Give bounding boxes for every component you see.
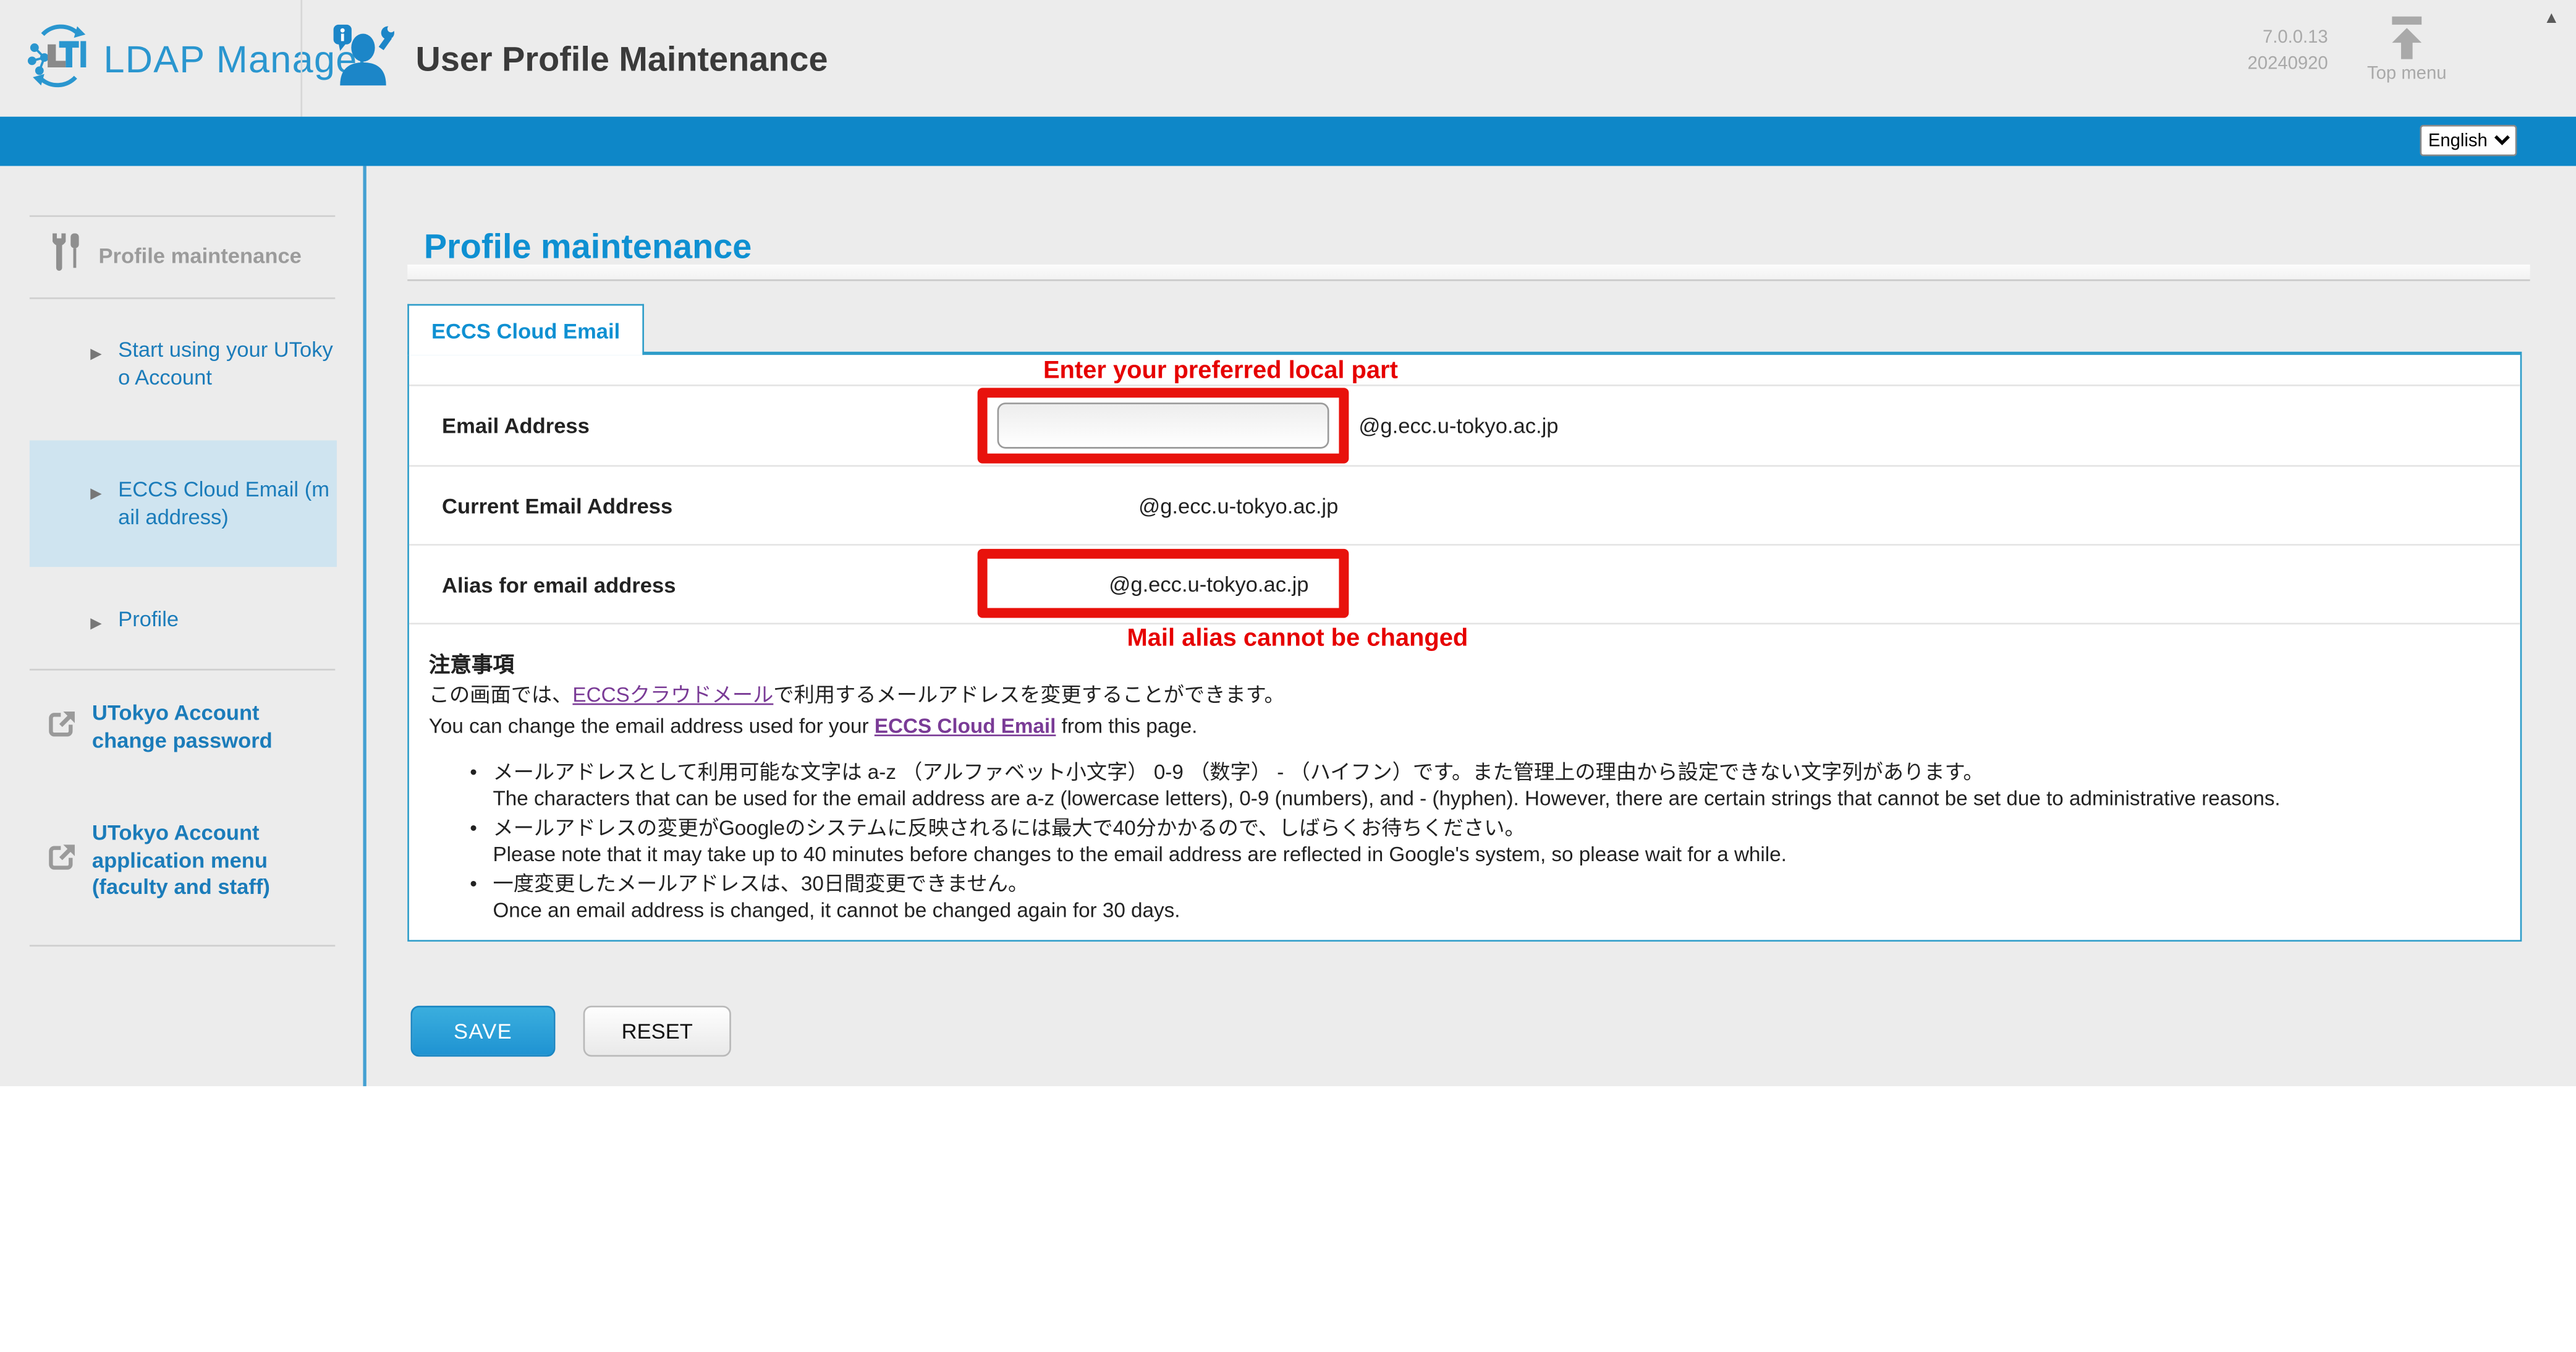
alias-annotation: Mail alias cannot be changed	[1127, 624, 1468, 652]
version-number: 7.0.0.13	[2248, 25, 2328, 51]
alias-domain: @g.ecc.u-tokyo.ac.jp	[1109, 571, 1308, 596]
sidebar-divider	[363, 166, 366, 1086]
alias-highlight-box: @g.ecc.u-tokyo.ac.jp	[978, 549, 1349, 618]
right-triangle-icon: ▶	[90, 610, 101, 636]
notes-section: Mail alias cannot be changed 注意事項 この画面では…	[409, 623, 2520, 940]
notes-intro-ja-pre: この画面では、	[429, 684, 573, 707]
sidebar-item-start-using-utokyo-account[interactable]: ▶ Start using your UTokyo Account	[90, 337, 338, 391]
ldap-network-icon	[27, 23, 92, 97]
sidebar-item-label: ECCS Cloud Email (mail address)	[118, 477, 338, 531]
email-domain: @g.ecc.u-tokyo.ac.jp	[1358, 414, 1558, 438]
alias-row: Alias for email address @g.ecc.u-tokyo.a…	[409, 544, 2520, 623]
save-button[interactable]: SAVE	[411, 1006, 556, 1057]
notes-bullet: 一度変更したメールアドレスは、30日間変更できません。 Once an emai…	[470, 871, 2520, 924]
alias-label: Alias for email address	[442, 572, 676, 597]
sidebar: Profile maintenance ▶ Start using your U…	[0, 166, 363, 1086]
external-link-icon	[46, 707, 77, 747]
sidebar-section-header: Profile maintenance	[49, 232, 302, 279]
tab-eccs-cloud-email[interactable]: ECCS Cloud Email	[407, 304, 644, 355]
eccs-cloud-mail-link-ja[interactable]: ECCSクラウドメール	[572, 684, 773, 707]
sidebar-item-label: Profile	[118, 606, 338, 636]
language-select[interactable]: English	[2420, 125, 2517, 156]
title-block: User Profile Maintenance	[332, 23, 828, 97]
top-menu-button[interactable]: Top menu	[2361, 17, 2453, 84]
bullet-ja: メールアドレスとして利用可能な文字は a-z （アルファベット小文字） 0-9 …	[493, 759, 2520, 786]
logo-text: LDAP Manager	[103, 38, 371, 82]
sidebar-separator	[30, 945, 335, 946]
notes-intro-en-pre: You can change the email address used fo…	[429, 715, 875, 738]
notes-bullet: メールアドレスの変更がGoogleのシステムに反映されるには最大で40分かかるの…	[470, 815, 2520, 867]
content-wrap: Profile maintenance ▶ Start using your U…	[0, 166, 2576, 1086]
app-title: User Profile Maintenance	[416, 40, 828, 80]
email-local-part-input[interactable]	[998, 402, 1329, 448]
sidebar-link-application-menu[interactable]: UTokyo Account application menu (faculty…	[46, 820, 338, 901]
header-divider	[300, 0, 302, 117]
scroll-top-icon[interactable]: ▲	[2543, 10, 2559, 28]
current-email-label: Current Email Address	[442, 493, 672, 517]
eccs-cloud-email-link-en[interactable]: ECCS Cloud Email	[875, 715, 1056, 738]
build-date: 20240920	[2248, 51, 2328, 77]
bullet-en: The characters that can be used for the …	[493, 786, 2520, 812]
current-email-domain: @g.ecc.u-tokyo.ac.jp	[1138, 493, 1338, 517]
email-address-label: Email Address	[442, 414, 590, 438]
right-triangle-icon: ▶	[90, 340, 101, 391]
sidebar-link-label: UTokyo Account application menu (faculty…	[92, 820, 339, 901]
annotation-strip: Enter your preferred local part	[409, 355, 2520, 385]
sidebar-section-title: Profile maintenance	[98, 243, 301, 268]
sidebar-separator	[30, 669, 335, 671]
email-input-highlight-box	[978, 388, 1349, 463]
right-triangle-icon: ▶	[90, 480, 101, 530]
tools-icon	[49, 232, 82, 279]
current-email-row: Current Email Address @g.ecc.u-tokyo.ac.…	[409, 465, 2520, 544]
page-title: Profile maintenance	[424, 228, 752, 268]
notes-intro-ja-post: で利用するメールアドレスを変更することができます。	[773, 684, 1284, 707]
sidebar-separator	[30, 215, 335, 217]
language-bar: English	[0, 117, 2576, 166]
notes-intro-en-post: from this page.	[1056, 715, 1197, 738]
email-address-row: Email Address @g.ecc.u-tokyo.ac.jp	[409, 385, 2520, 465]
bullet-ja: メールアドレスの変更がGoogleのシステムに反映されるには最大で40分かかるの…	[493, 815, 2520, 841]
user-profile-icon	[332, 23, 394, 97]
notes-title: 注意事項	[429, 647, 2520, 679]
notes-bullet-list: メールアドレスとして利用可能な文字は a-z （アルファベット小文字） 0-9 …	[429, 759, 2520, 924]
tab-label: ECCS Cloud Email	[431, 318, 620, 342]
reset-button[interactable]: RESET	[583, 1006, 731, 1057]
sidebar-separator	[30, 297, 335, 299]
form-actions: SAVE RESET	[411, 1006, 731, 1057]
bullet-ja: 一度変更したメールアドレスは、30日間変更できません。	[493, 871, 2520, 898]
bullet-en: Once an email address is changed, it can…	[493, 897, 2520, 924]
notes-intro-ja: この画面では、ECCSクラウドメールで利用するメールアドレスを変更することができ…	[429, 682, 2520, 710]
app-logo: LDAP Manager	[27, 23, 371, 97]
sidebar-link-label: UTokyo Account change password	[92, 700, 339, 754]
main-area: Profile maintenance ECCS Cloud Email Ent…	[407, 166, 2530, 1086]
email-annotation: Enter your preferred local part	[1043, 357, 1398, 385]
version-info: 7.0.0.13 20240920	[2248, 25, 2328, 77]
up-arrow-icon	[2387, 17, 2426, 59]
external-link-icon	[46, 841, 77, 880]
notes-bullet: メールアドレスとして利用可能な文字は a-z （アルファベット小文字） 0-9 …	[470, 759, 2520, 812]
sidebar-item-profile[interactable]: ▶ Profile	[90, 606, 338, 636]
top-menu-label: Top menu	[2361, 64, 2453, 84]
app-header: LDAP Manager User Profile Maintenance	[0, 0, 2576, 117]
sidebar-link-change-password[interactable]: UTokyo Account change password	[46, 700, 338, 754]
sidebar-item-label: Start using your UTokyo Account	[118, 337, 338, 391]
notes-intro-en: You can change the email address used fo…	[429, 713, 2520, 741]
sidebar-item-eccs-cloud-email[interactable]: ▶ ECCS Cloud Email (mail address)	[30, 440, 337, 567]
bullet-en: Please note that it may take up to 40 mi…	[493, 841, 2520, 868]
page: LDAP Manager User Profile Maintenance	[0, 0, 2576, 1352]
profile-panel: Enter your preferred local part Email Ad…	[407, 352, 2522, 942]
title-underline-band	[407, 265, 2530, 281]
